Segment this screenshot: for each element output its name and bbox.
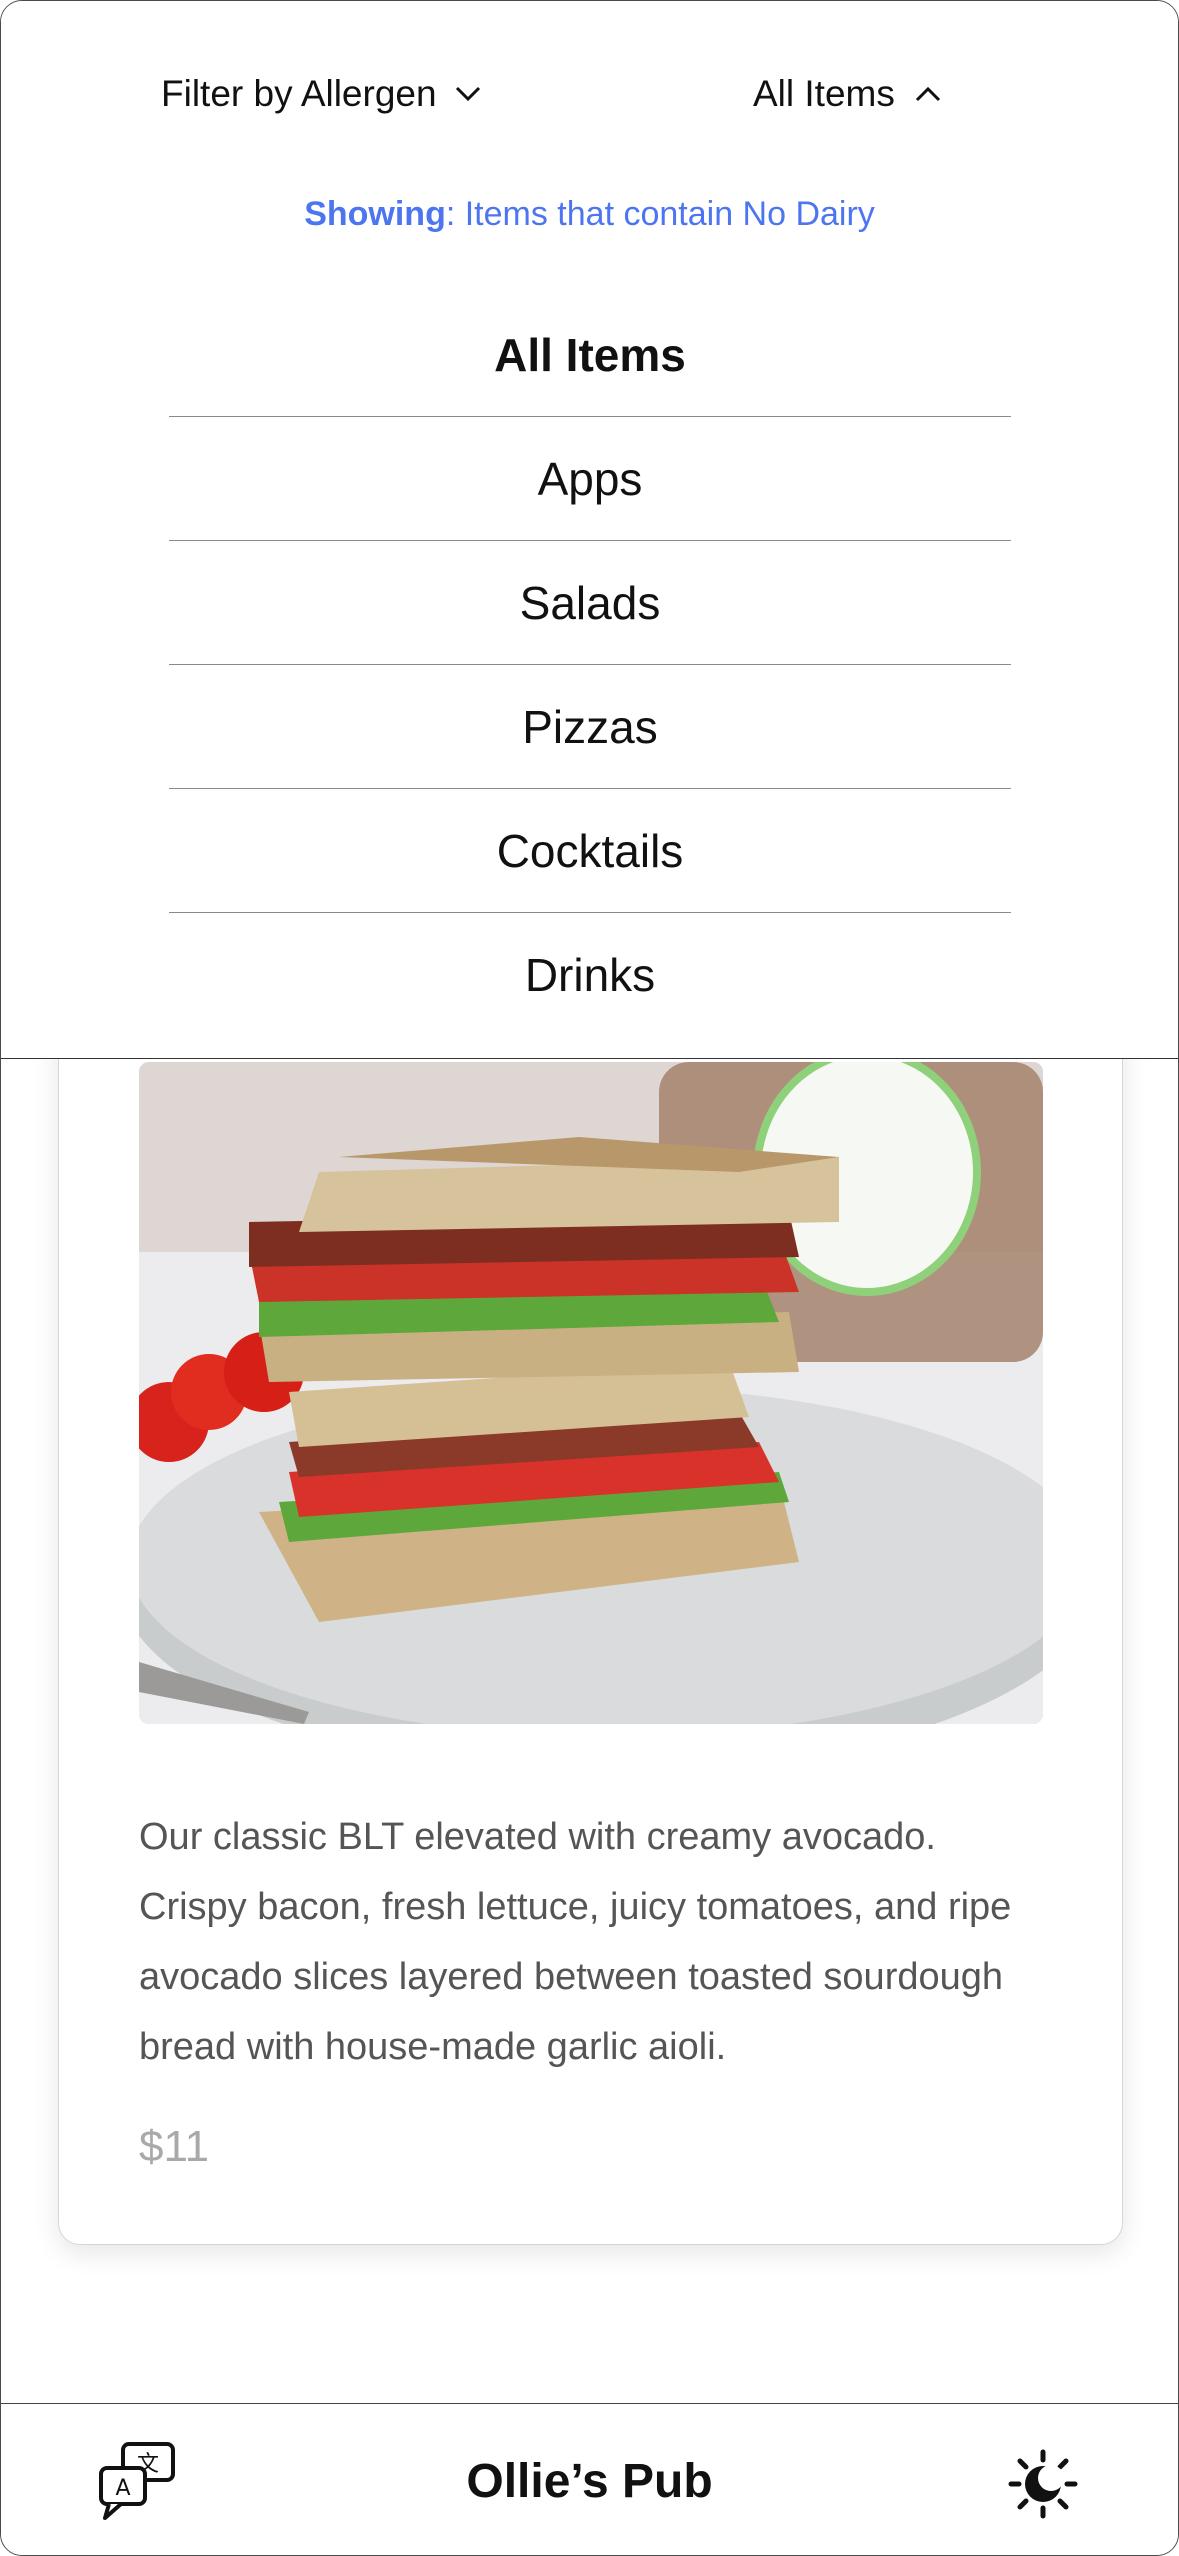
menu-item-apps[interactable]: Apps <box>169 417 1011 541</box>
app-frame: Our classic BLT elevated with creamy avo… <box>0 0 1179 2556</box>
menu-item-drinks[interactable]: Drinks <box>169 913 1011 1036</box>
category-dropdown-panel: Filter by Allergen All Items Showing: It… <box>1 1 1178 1059</box>
menu-item-cocktails[interactable]: Cocktails <box>169 789 1011 913</box>
item-price: $11 <box>139 2122 210 2171</box>
chevron-up-icon <box>915 86 941 102</box>
bottom-bar: 文 A Ollie’s Pub <box>1 2403 1178 2555</box>
menu-item-card[interactable]: Our classic BLT elevated with creamy avo… <box>58 961 1123 2245</box>
menu-item-salads[interactable]: Salads <box>169 541 1011 665</box>
category-menu: All Items Apps Salads Pizzas Cocktails D… <box>169 293 1011 1036</box>
filter-label: Filter by Allergen <box>161 73 437 114</box>
theme-toggle-icon[interactable] <box>1007 2448 1079 2520</box>
showing-prefix: Showing <box>304 195 446 233</box>
sandwich-photo <box>139 1062 1043 1724</box>
filter-by-allergen-button[interactable]: Filter by Allergen <box>161 73 481 115</box>
category-select-button[interactable]: All Items <box>753 73 941 115</box>
category-label: All Items <box>753 73 895 114</box>
active-filter-notice: Showing: Items that contain No Dairy <box>1 195 1178 234</box>
menu-item-all-items[interactable]: All Items <box>169 293 1011 417</box>
menu-item-pizzas[interactable]: Pizzas <box>169 665 1011 789</box>
chevron-down-icon <box>455 86 481 102</box>
restaurant-title: Ollie’s Pub <box>466 2455 713 2508</box>
showing-text: : Items that contain No Dairy <box>445 195 875 233</box>
item-description: Our classic BLT elevated with creamy avo… <box>139 1816 1012 2068</box>
